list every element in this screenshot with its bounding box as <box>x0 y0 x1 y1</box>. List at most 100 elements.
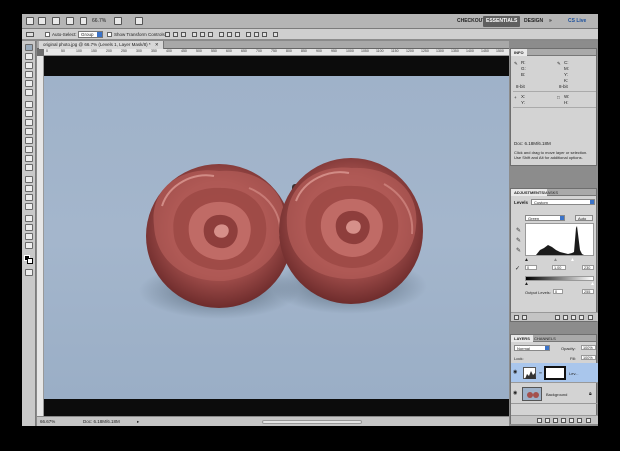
zoom-tool-icon[interactable] <box>25 242 33 249</box>
canvas[interactable] <box>44 56 509 416</box>
clip-eyedropper-icon[interactable]: ✓ <box>515 265 520 272</box>
blur-tool-icon[interactable] <box>25 155 33 162</box>
expand-view-icon[interactable] <box>522 315 527 320</box>
new-group-icon[interactable] <box>569 418 574 423</box>
vertical-ruler[interactable] <box>37 56 44 416</box>
output-white-slider[interactable]: ▲ <box>590 281 595 287</box>
clone-stamp-tool-icon[interactable] <box>25 119 33 126</box>
back-arrow-icon[interactable] <box>514 315 519 320</box>
more-workspaces-button[interactable]: » <box>546 16 555 27</box>
view-extras-icon[interactable] <box>52 17 60 25</box>
layer-style-icon[interactable] <box>545 418 550 423</box>
lasso-tool-icon[interactable] <box>25 62 33 69</box>
layer-mask-thumbnail[interactable] <box>544 366 566 380</box>
3d-rotate-tool-icon[interactable] <box>25 215 33 222</box>
align-top-icon[interactable] <box>165 32 170 37</box>
layer-name[interactable]: Background <box>546 392 567 397</box>
distribute-left-icon[interactable] <box>246 32 251 37</box>
adjustment-layer-icon[interactable] <box>561 418 566 423</box>
gradient-tool-icon[interactable] <box>25 146 33 153</box>
auto-select-dropdown[interactable]: Group <box>78 31 103 38</box>
layer-name[interactable]: Lev... <box>569 371 579 376</box>
output-black-value[interactable]: 0 <box>553 289 563 294</box>
link-layers-icon[interactable] <box>537 418 542 423</box>
cs-live-button[interactable]: CS Live <box>565 16 589 27</box>
output-white-value[interactable]: 255 <box>582 289 594 294</box>
input-gray-value[interactable]: 1.00 <box>552 265 566 270</box>
status-arrow-icon[interactable]: ▸ <box>137 419 139 425</box>
input-white-value[interactable]: 230 <box>582 265 594 270</box>
hand-tool-icon[interactable] <box>25 233 33 240</box>
add-mask-icon[interactable] <box>553 418 558 423</box>
channel-dropdown[interactable]: Green <box>525 215 565 221</box>
show-transform-checkbox[interactable] <box>107 32 112 37</box>
auto-button[interactable]: Auto <box>575 215 593 221</box>
new-layer-icon[interactable] <box>577 418 582 423</box>
previous-state-icon[interactable] <box>571 315 576 320</box>
shape-tool-icon[interactable] <box>25 203 33 210</box>
document-tab[interactable]: original photo.jpg @ 66.7% (Levels 1, La… <box>39 41 164 49</box>
horizontal-scrollbar[interactable] <box>262 420 362 424</box>
distribute-bottom-icon[interactable] <box>235 32 240 37</box>
auto-select-checkbox[interactable] <box>45 32 50 37</box>
white-point-eyedropper-icon[interactable]: ✎ <box>516 248 522 254</box>
screen-mode-icon[interactable] <box>114 17 122 25</box>
move-tool-preset-icon[interactable] <box>26 32 34 37</box>
trash-icon[interactable] <box>586 418 591 423</box>
workspace-essentials[interactable]: ESSENTIALS <box>483 16 521 27</box>
fill-value[interactable]: 100% <box>581 355 596 360</box>
quick-mask-icon[interactable] <box>25 269 33 276</box>
input-gray-slider[interactable]: ▲ <box>553 257 558 263</box>
type-tool-icon[interactable] <box>25 185 33 192</box>
dodge-tool-icon[interactable] <box>25 164 33 171</box>
eye-icon[interactable]: ◉ <box>513 370 518 375</box>
distribute-vcenter-icon[interactable] <box>227 32 232 37</box>
tab-masks[interactable]: MASKS <box>541 189 561 196</box>
move-tool-icon[interactable] <box>25 44 33 51</box>
pen-tool-icon[interactable] <box>25 176 33 183</box>
3d-orbit-tool-icon[interactable] <box>25 224 33 231</box>
eraser-tool-icon[interactable] <box>25 137 33 144</box>
horizontal-ruler[interactable]: 0 50 100 150 200 250 300 350 400 450 500… <box>44 49 509 56</box>
background-color-swatch[interactable] <box>27 258 33 264</box>
input-black-slider[interactable]: ▲ <box>524 257 529 263</box>
distribute-hcenter-icon[interactable] <box>254 32 259 37</box>
healing-brush-tool-icon[interactable] <box>25 101 33 108</box>
brush-tool-icon[interactable] <box>25 110 33 117</box>
arrange-documents-icon[interactable] <box>135 17 143 25</box>
distribute-top-icon[interactable] <box>219 32 224 37</box>
status-zoom[interactable]: 66.67% <box>40 419 55 424</box>
photo-image[interactable] <box>44 76 509 399</box>
crop-tool-icon[interactable] <box>25 80 33 87</box>
clip-to-layer-icon[interactable] <box>555 315 560 320</box>
path-selection-tool-icon[interactable] <box>25 194 33 201</box>
blend-mode-dropdown[interactable]: Normal <box>514 345 550 351</box>
history-brush-tool-icon[interactable] <box>25 128 33 135</box>
layer-row-levels[interactable]: ◉ ∞ Lev... <box>511 363 598 383</box>
output-black-slider[interactable]: ▲ <box>524 281 529 287</box>
tab-channels[interactable]: CHANNELS <box>531 335 559 342</box>
quick-selection-tool-icon[interactable] <box>25 71 33 78</box>
close-icon[interactable]: ✕ <box>155 42 159 47</box>
preset-dropdown[interactable]: Custom <box>531 199 595 205</box>
trash-icon[interactable] <box>588 315 593 320</box>
mini-bridge-icon[interactable] <box>38 17 46 25</box>
visibility-icon[interactable] <box>563 315 568 320</box>
tab-info[interactable]: INFO <box>511 49 527 56</box>
align-bottom-icon[interactable] <box>181 32 186 37</box>
align-hcenter-icon[interactable] <box>200 32 205 37</box>
chain-link-icon[interactable]: ∞ <box>539 370 542 375</box>
black-point-eyedropper-icon[interactable]: ✎ <box>516 228 522 234</box>
input-white-slider[interactable]: ▲ <box>570 257 575 263</box>
gray-point-eyedropper-icon[interactable]: ✎ <box>516 238 522 244</box>
zoom-level[interactable]: 66.7% <box>92 18 106 24</box>
workspace-design[interactable]: DESIGN <box>521 16 546 27</box>
auto-align-layers-icon[interactable] <box>273 32 278 37</box>
eye-icon[interactable]: ◉ <box>513 391 518 396</box>
opacity-value[interactable]: 100% <box>581 345 596 350</box>
bridge-icon[interactable] <box>26 17 34 25</box>
marquee-tool-icon[interactable] <box>25 53 33 60</box>
zoom-menu-icon[interactable] <box>66 17 74 25</box>
align-vcenter-icon[interactable] <box>173 32 178 37</box>
eyedropper-tool-icon[interactable] <box>25 89 33 96</box>
